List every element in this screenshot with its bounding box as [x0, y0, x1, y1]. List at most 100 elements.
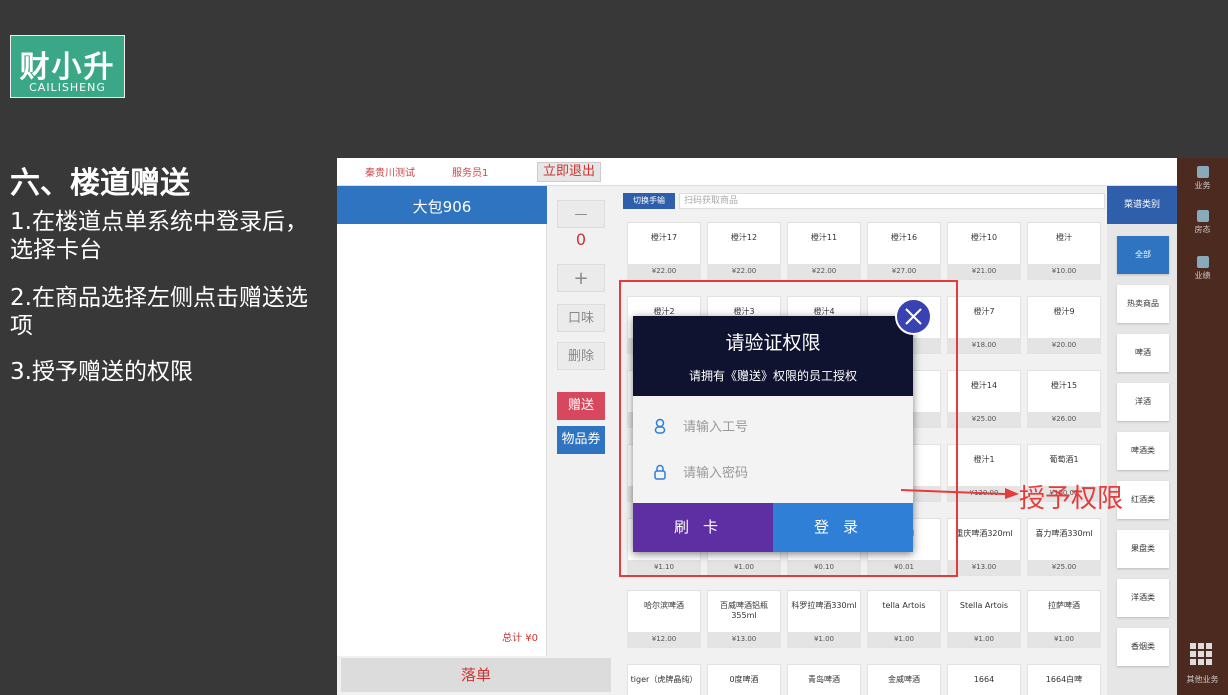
product-card[interactable]: 科罗拉啤酒330ml ¥1.00: [787, 590, 861, 648]
product-card[interactable]: tella Artois ¥1.00: [867, 590, 941, 648]
category-item[interactable]: 红酒类: [1117, 481, 1169, 519]
product-price: ¥22.00: [708, 264, 780, 279]
password-input[interactable]: [683, 462, 883, 484]
product-name: tella Artois: [882, 601, 926, 610]
delete-button[interactable]: 删除: [557, 342, 605, 370]
product-price: ¥26.00: [1028, 412, 1100, 427]
product-price: ¥13.00: [708, 632, 780, 647]
order-panel: 大包906 总计 ¥0: [337, 186, 547, 656]
product-price: ¥1.00: [948, 632, 1020, 647]
category-item[interactable]: 啤酒: [1117, 334, 1169, 372]
product-price: ¥25.00: [948, 412, 1020, 427]
category-item[interactable]: 洋酒: [1117, 383, 1169, 421]
table-name: 大包906: [412, 198, 472, 216]
product-price: ¥1.00: [1028, 632, 1100, 647]
product-price: ¥12.00: [628, 632, 700, 647]
product-price: ¥27.00: [868, 264, 940, 279]
auth-dialog: 请验证权限 请拥有《赠送》权限的员工授权 刷卡 登录: [633, 316, 913, 552]
product-price: ¥1.00: [788, 632, 860, 647]
product-name: 拉萨啤酒: [1048, 601, 1080, 610]
product-card[interactable]: 重庆啤酒320ml ¥13.00: [947, 518, 1021, 576]
product-card[interactable]: 0度啤酒: [707, 664, 781, 695]
product-card[interactable]: 橙汁9 ¥20.00: [1027, 296, 1101, 354]
rightbar-label: 业务: [1194, 181, 1211, 190]
product-name: 0度啤酒: [729, 675, 759, 684]
category-item[interactable]: 全部: [1117, 236, 1169, 274]
category-item[interactable]: 果盘类: [1117, 530, 1169, 568]
product-card[interactable]: 喜力啤酒330ml ¥25.00: [1027, 518, 1101, 576]
product-name: 哈尔滨啤酒: [644, 601, 684, 610]
product-card[interactable]: 橙汁12 ¥22.00: [707, 222, 781, 280]
product-name: 1664白啤: [1045, 675, 1083, 684]
rightbar-item-performance[interactable]: 业绩: [1177, 256, 1228, 281]
product-price: ¥21.00: [948, 264, 1020, 279]
product-card[interactable]: 橙汁10 ¥21.00: [947, 222, 1021, 280]
category-item[interactable]: 啤酒类: [1117, 432, 1169, 470]
product-name: 金威啤酒: [888, 675, 920, 684]
scan-input[interactable]: 扫码获取商品: [679, 193, 1105, 209]
product-name: 橙汁14: [970, 381, 998, 390]
submit-order-button[interactable]: 落单: [341, 658, 611, 692]
grid-icon[interactable]: [1189, 642, 1215, 668]
product-price: ¥13.00: [948, 560, 1020, 575]
logout-button[interactable]: 立即退出: [537, 162, 601, 182]
product-name: 葡萄酒1: [1049, 455, 1079, 464]
annotation-arrow: [901, 488, 1019, 499]
product-card[interactable]: 橙汁14 ¥25.00: [947, 370, 1021, 428]
product-price: ¥22.00: [628, 264, 700, 279]
product-card[interactable]: 橙汁15 ¥26.00: [1027, 370, 1101, 428]
product-card[interactable]: 橙汁17 ¥22.00: [627, 222, 701, 280]
product-card[interactable]: tiger（虎牌晶纯）: [627, 664, 701, 695]
product-card[interactable]: 1664白啤: [1027, 664, 1101, 695]
product-name: 1664: [973, 675, 995, 684]
product-card[interactable]: 橙汁16 ¥27.00: [867, 222, 941, 280]
product-name: 喜力啤酒330ml: [1035, 529, 1093, 538]
product-name: 橙汁15: [1050, 381, 1078, 390]
rightbar-item-room[interactable]: 房态: [1177, 210, 1228, 235]
category-item[interactable]: 洋酒类: [1117, 579, 1169, 617]
product-card[interactable]: 哈尔滨啤酒 ¥12.00: [627, 590, 701, 648]
product-card[interactable]: 橙汁7 ¥18.00: [947, 296, 1021, 354]
password-field: [653, 458, 893, 488]
product-card[interactable]: 橙汁 ¥10.00: [1027, 222, 1101, 280]
rightbar-label: 业绩: [1194, 271, 1211, 280]
more-business-label[interactable]: 其他业务: [1177, 674, 1228, 685]
product-card[interactable]: 拉萨啤酒 ¥1.00: [1027, 590, 1101, 648]
product-name: 橙汁9: [1053, 307, 1075, 316]
minus-button[interactable]: —: [557, 200, 605, 228]
switch-input-button[interactable]: 切换手输: [623, 193, 675, 209]
annotation-label: 授予权限: [1019, 484, 1124, 514]
product-name: 橙汁11: [810, 233, 838, 242]
close-icon: [905, 308, 922, 325]
lock-icon: [654, 464, 666, 480]
employee-id-input[interactable]: [683, 416, 883, 438]
business-icon: [1196, 166, 1209, 178]
dialog-body: [633, 396, 913, 503]
plus-button[interactable]: +: [557, 264, 605, 292]
product-card[interactable]: Stella Artois ¥1.00: [947, 590, 1021, 648]
category-item[interactable]: 香烟类: [1117, 628, 1169, 666]
logo-mark: 财小升: [19, 50, 116, 85]
product-card[interactable]: 1664: [947, 664, 1021, 695]
logo-wordmark: CAILISHENG: [29, 81, 106, 94]
close-button[interactable]: [895, 298, 932, 335]
product-name: 橙汁: [1056, 233, 1072, 242]
product-card[interactable]: 橙汁11 ¥22.00: [787, 222, 861, 280]
product-name: 橙汁16: [890, 233, 918, 242]
product-price: ¥1.00: [868, 632, 940, 647]
flavor-button[interactable]: 口味: [557, 304, 605, 332]
coupon-button[interactable]: 物品券: [557, 426, 605, 454]
swipe-card-button[interactable]: 刷卡: [633, 503, 773, 552]
category-item[interactable]: 热卖商品: [1117, 285, 1169, 323]
gift-button[interactable]: 赠送: [557, 392, 605, 420]
right-sidebar: 业务 房态 业绩 其他业务: [1177, 158, 1228, 695]
login-button[interactable]: 登录: [773, 503, 913, 552]
product-name: 橙汁1: [973, 455, 995, 464]
product-card[interactable]: 百威啤酒铝瓶355ml ¥13.00: [707, 590, 781, 648]
product-card[interactable]: 青岛啤酒: [787, 664, 861, 695]
product-price: ¥25.00: [1028, 560, 1100, 575]
product-card[interactable]: 金威啤酒: [867, 664, 941, 695]
rightbar-item-business[interactable]: 业务: [1177, 166, 1228, 191]
product-name: Stella Artois: [959, 601, 1009, 610]
waiter-name: 服务员1: [452, 168, 489, 179]
